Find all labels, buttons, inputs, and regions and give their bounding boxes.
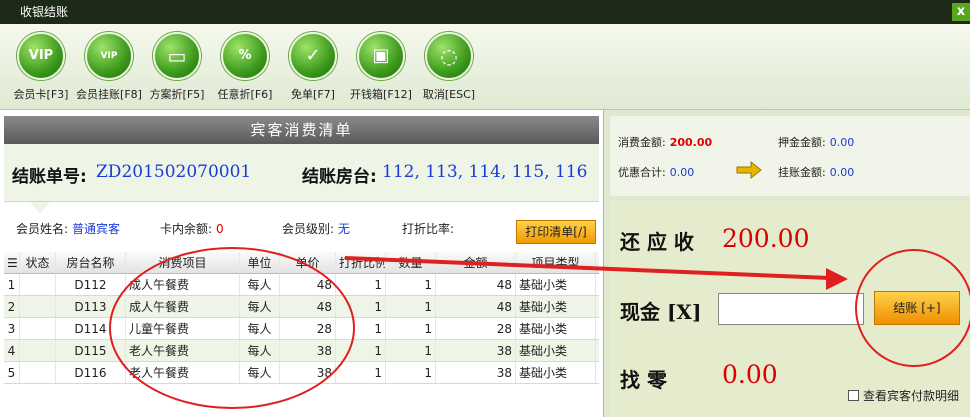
column-header[interactable]: 消费项目 xyxy=(126,252,240,273)
scheme-discount-label: 方案折[F5] xyxy=(149,88,205,101)
column-header[interactable]: 打折比例 xyxy=(336,252,386,273)
cancel-icon: ◌ xyxy=(425,32,473,80)
close-button[interactable]: x xyxy=(952,3,970,21)
custom-discount-button[interactable]: % 任意折[F6] xyxy=(212,32,278,108)
checkout-button[interactable]: 结账 [+] xyxy=(874,291,960,325)
member-name: 会员姓名: 普通宾客 xyxy=(16,222,121,236)
column-header: ☰ xyxy=(4,252,20,273)
table-row[interactable]: 4 D115 老人午餐费 每人 38 1 1 38 基础小类 xyxy=(4,340,599,362)
column-header[interactable]: 状态 xyxy=(20,252,56,273)
window-titlebar: 收银结账 x xyxy=(0,0,970,24)
column-header[interactable]: 金额 xyxy=(436,252,516,273)
room-label: 结账房台: xyxy=(302,167,377,187)
checkbox-icon[interactable] xyxy=(848,390,859,401)
discount-rate: 打折比率: xyxy=(402,222,455,236)
consumption-table: ☰ 状态 房台名称 消费项目 单位 单价 打折比例 数量 金额 项目类型 1 D… xyxy=(4,252,599,384)
bill-info: 结账单号: ZD201502070001 结账房台: 112, 113, 114… xyxy=(4,144,599,202)
column-header[interactable]: 数量 xyxy=(386,252,436,273)
table-header: ☰ 状态 房台名称 消费项目 单位 单价 打折比例 数量 金额 项目类型 xyxy=(4,252,599,274)
vip-icon: VIP xyxy=(17,32,65,80)
bill-header: 宾客消费清单 xyxy=(4,116,599,144)
table-row[interactable]: 5 D116 老人午餐费 每人 38 1 1 38 基础小类 xyxy=(4,362,599,384)
window-title: 收银结账 xyxy=(20,5,69,19)
column-header[interactable]: 单价 xyxy=(280,252,336,273)
arrow-right-icon xyxy=(736,160,762,180)
bill-no-value: ZD201502070001 xyxy=(96,162,252,182)
cancel-label: 取消[ESC] xyxy=(422,88,476,101)
free-order-icon: ✓ xyxy=(289,32,337,80)
cancel-button[interactable]: ◌ 取消[ESC] xyxy=(416,32,482,108)
cash-drawer-label: 开钱箱[F12] xyxy=(350,88,412,101)
change-value: 0.00 xyxy=(722,360,778,389)
print-list-button[interactable]: 打印清单[/] xyxy=(516,220,596,244)
custom-discount-label: 任意折[F6] xyxy=(217,88,273,101)
free-order-label: 免单[F7] xyxy=(291,88,335,101)
table-row[interactable]: 2 D113 成人午餐费 每人 48 1 1 48 基础小类 xyxy=(4,296,599,318)
member-account-button[interactable]: VIP 会员挂账[F8] xyxy=(76,32,142,108)
amount-due-value: 200.00 xyxy=(722,224,810,253)
table-row[interactable]: 3 D114 儿童午餐费 每人 28 1 1 28 基础小类 xyxy=(4,318,599,340)
cash-drawer-icon: ▣ xyxy=(357,32,405,80)
scheme-discount-button[interactable]: ▭ 方案折[F5] xyxy=(144,32,210,108)
free-order-button[interactable]: ✓ 免单[F7] xyxy=(280,32,346,108)
summary-box xyxy=(610,116,970,196)
member-level: 会员级别: 无 xyxy=(282,222,351,236)
payment-detail-label: 查看宾客付款明细 xyxy=(863,389,960,403)
discount-total: 优惠合计: 0.00 xyxy=(618,166,695,179)
scheme-discount-icon: ▭ xyxy=(153,32,201,80)
room-value: 112, 113, 114, 115, 116 xyxy=(382,162,588,182)
table-row[interactable]: 1 D112 成人午餐费 每人 48 1 1 48 基础小类 xyxy=(4,274,599,296)
column-header[interactable]: 房台名称 xyxy=(56,252,126,273)
consume-amount: 消费金额: 200.00 xyxy=(618,136,713,149)
payment-detail-checkbox[interactable]: 查看宾客付款明细 xyxy=(848,387,959,404)
custom-discount-icon: % xyxy=(221,32,269,80)
column-header[interactable]: 单位 xyxy=(240,252,280,273)
deposit-amount: 押金金额: 0.00 xyxy=(778,136,855,149)
cash-drawer-button[interactable]: ▣ 开钱箱[F12] xyxy=(348,32,414,108)
member-card-button[interactable]: VIP 会员卡[F3] xyxy=(8,32,74,108)
member-card-label: 会员卡[F3] xyxy=(13,88,69,101)
toolbar: VIP 会员卡[F3] VIP 会员挂账[F8] ▭ 方案折[F5] % 任意折… xyxy=(0,24,970,110)
member-account-icon: VIP xyxy=(85,32,133,80)
cash-input[interactable] xyxy=(718,293,864,325)
charge-amount: 挂账金额: 0.00 xyxy=(778,166,855,179)
card-balance: 卡内余额: 0 xyxy=(160,222,224,236)
cash-label: 现金 [X] xyxy=(620,300,702,324)
bill-notch xyxy=(30,202,50,214)
member-account-label: 会员挂账[F8] xyxy=(76,88,142,101)
change-label: 找 零 xyxy=(620,368,667,392)
bill-no-label: 结账单号: xyxy=(12,167,87,187)
column-header[interactable]: 项目类型 xyxy=(516,252,596,273)
amount-due-label: 还 应 收 xyxy=(620,230,694,254)
